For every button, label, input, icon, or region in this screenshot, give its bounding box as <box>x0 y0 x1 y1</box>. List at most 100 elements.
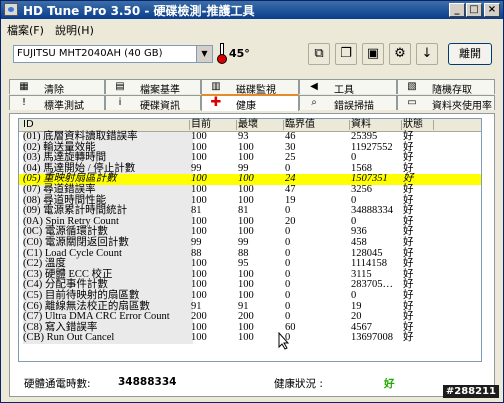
tab-tools[interactable]: ◀ 工具 <box>299 79 397 96</box>
tab-benchmark[interactable]: ! 標準測試 <box>9 95 105 112</box>
cell-worst: 100 <box>238 290 254 301</box>
cell-worst: 93 <box>238 131 249 142</box>
cell-status: 好 <box>403 237 414 248</box>
erase-icon: ▦ <box>19 81 29 92</box>
cell-worst: 100 <box>238 184 254 195</box>
benchmark-icon: ! <box>21 97 26 108</box>
app-icon <box>4 3 18 16</box>
tab-error-scan[interactable]: ⌕ 錯誤掃描 <box>299 95 397 112</box>
minimize-button[interactable]: _ <box>449 3 465 17</box>
table-row[interactable]: (01) 底層資料讀取錯誤率 100 93 46 25395 好 <box>19 131 481 143</box>
cell-data: 34888334 <box>351 205 393 217</box>
copy-icon: ⧉ <box>314 46 324 61</box>
cell-status: 好 <box>403 332 414 344</box>
maximize-button[interactable]: □ <box>466 3 482 17</box>
tab-info[interactable]: i 硬碟資訊 <box>105 95 201 112</box>
info-icon: i <box>118 97 122 108</box>
random-access-icon: ▧ <box>407 81 417 92</box>
drive-select[interactable]: FUJITSU MHT2040AH (40 GB) ▼ <box>13 45 213 63</box>
save-button[interactable]: ▣ <box>362 43 384 65</box>
cell-current: 100 <box>191 332 207 344</box>
table-row[interactable]: (C0) 電源關閉返回計數 99 99 0 458 好 <box>19 237 481 249</box>
cell-status: 好 <box>403 290 414 301</box>
col-header-data[interactable]: 資料 <box>351 119 371 131</box>
cell-status: 好 <box>403 131 414 142</box>
drive-select-value: FUJITSU MHT2040AH (40 GB) <box>17 48 163 59</box>
window-title: HD Tune Pro 3.50 - 硬碟檢測-推護工具 <box>23 4 255 18</box>
health-icon: ✚ <box>210 95 222 110</box>
cell-data: 0 <box>351 290 357 301</box>
health-status-label: 健康狀況 : <box>274 378 323 390</box>
toolbar: FUJITSU MHT2040AH (40 GB) ▼ 45° ⧉ ❐ ▣ ⚙ … <box>1 38 503 72</box>
cell-worst: 100 <box>238 332 254 344</box>
status-bar: 硬體通電時數: 34888334 健康狀況 : 好 <box>18 372 482 392</box>
health-panel: ID 目前 最壞 臨界值 資料 狀態 (01) 底層資料讀取錯誤率 100 93 46… <box>9 113 495 397</box>
power-on-label: 硬體通電時數: <box>24 378 91 390</box>
watermark: #288211 <box>442 385 499 398</box>
app-window: HD Tune Pro 3.50 - 硬碟檢測-推護工具 _ □ × 檔案(F)… <box>0 0 504 403</box>
options-button[interactable]: ⚙ <box>389 43 411 65</box>
title-bar[interactable]: HD Tune Pro 3.50 - 硬碟檢測-推護工具 _ □ × <box>1 1 503 19</box>
cell-data: 283705… <box>351 279 393 291</box>
table-row[interactable]: (07) 尋道錯誤率 100 100 47 3256 好 <box>19 184 481 196</box>
col-header-id[interactable]: ID <box>23 119 34 131</box>
tools-icon: ◀ <box>310 81 318 92</box>
file-benchmark-icon: ▤ <box>115 81 125 92</box>
download-icon: ↓ <box>421 46 433 61</box>
tab-file-benchmark[interactable]: ▤ 檔案基準 <box>105 79 201 96</box>
cell-data: 25395 <box>351 131 378 142</box>
cell-threshold: 47 <box>285 184 296 195</box>
smart-table[interactable]: ID 目前 最壞 臨界值 資料 狀態 (01) 底層資料讀取錯誤率 100 93 46… <box>18 118 482 362</box>
table-row[interactable]: (C5) 目前待映射的扇區數 100 100 0 0 好 <box>19 290 481 302</box>
tab-health[interactable]: ✚ 健康 <box>201 94 299 112</box>
tab-random-access[interactable]: ▧ 隨機存取 <box>397 79 495 96</box>
folder-usage-icon: ▭ <box>407 97 417 108</box>
copy-all-icon: ❐ <box>340 46 352 61</box>
thermometer-icon <box>217 43 227 64</box>
col-header-current[interactable]: 目前 <box>191 119 211 131</box>
col-header-threshold[interactable]: 臨界值 <box>285 119 315 131</box>
copy-button[interactable]: ⧉ <box>308 43 330 65</box>
cell-data: 458 <box>351 237 367 248</box>
cell-current: 100 <box>191 290 207 301</box>
options-icon: ⚙ <box>394 46 406 61</box>
cell-data: 11927552 <box>351 141 393 153</box>
menu-help[interactable]: 說明(H) <box>55 22 94 38</box>
cell-id: (CB) Run Out Cancel <box>23 333 193 344</box>
cell-threshold: 46 <box>285 131 296 142</box>
cell-data: 3256 <box>351 184 372 195</box>
download-button[interactable]: ↓ <box>416 43 438 65</box>
tab-strip: ▦ 清除 ▤ 檔案基準 ▥ 磁碟監視 ◀ 工具 ▧ 隨機存取 ! 標準測試 i … <box>9 79 495 113</box>
tab-erase[interactable]: ▦ 清除 <box>9 79 105 96</box>
mouse-cursor-icon <box>278 332 290 350</box>
tab-disk-monitor[interactable]: ▥ 磁碟監視 <box>201 79 299 96</box>
cell-current: 100 <box>191 184 207 195</box>
cell-current: 100 <box>191 131 207 142</box>
exit-button[interactable]: 離開 <box>448 43 492 65</box>
cell-threshold: 0 <box>285 237 291 248</box>
menu-bar: 檔案(F) 說明(H) <box>1 20 503 37</box>
col-header-worst[interactable]: 最壞 <box>238 119 258 131</box>
col-header-status[interactable]: 狀態 <box>403 119 423 131</box>
disk-monitor-icon: ▥ <box>211 81 221 92</box>
copy-all-button[interactable]: ❐ <box>335 43 357 65</box>
cell-data: 13697008 <box>351 332 393 344</box>
table-row[interactable]: (CB) Run Out Cancel 100 100 0 13697008 好 <box>19 333 481 344</box>
cell-threshold: 0 <box>285 290 291 301</box>
cell-current: 99 <box>191 237 202 248</box>
cell-id: (C0) 電源關閉返回計數 <box>23 237 193 249</box>
cell-worst: 99 <box>238 237 249 248</box>
power-on-value: 34888334 <box>118 376 177 388</box>
cell-id: (C5) 目前待映射的扇區數 <box>23 290 193 302</box>
cell-id: (01) 底層資料讀取錯誤率 <box>23 131 193 143</box>
cell-id: (07) 尋道錯誤率 <box>23 184 193 196</box>
health-status-value: 好 <box>384 378 395 390</box>
close-button[interactable]: × <box>484 3 500 17</box>
temperature-readout: 45° <box>229 47 250 60</box>
menu-file[interactable]: 檔案(F) <box>7 22 44 38</box>
tab-folder-usage[interactable]: ▭ 資料夾使用率 <box>397 95 495 112</box>
chevron-down-icon[interactable]: ▼ <box>196 46 212 62</box>
save-icon: ▣ <box>366 46 380 61</box>
error-scan-icon: ⌕ <box>311 97 317 108</box>
cell-status: 好 <box>403 184 414 195</box>
